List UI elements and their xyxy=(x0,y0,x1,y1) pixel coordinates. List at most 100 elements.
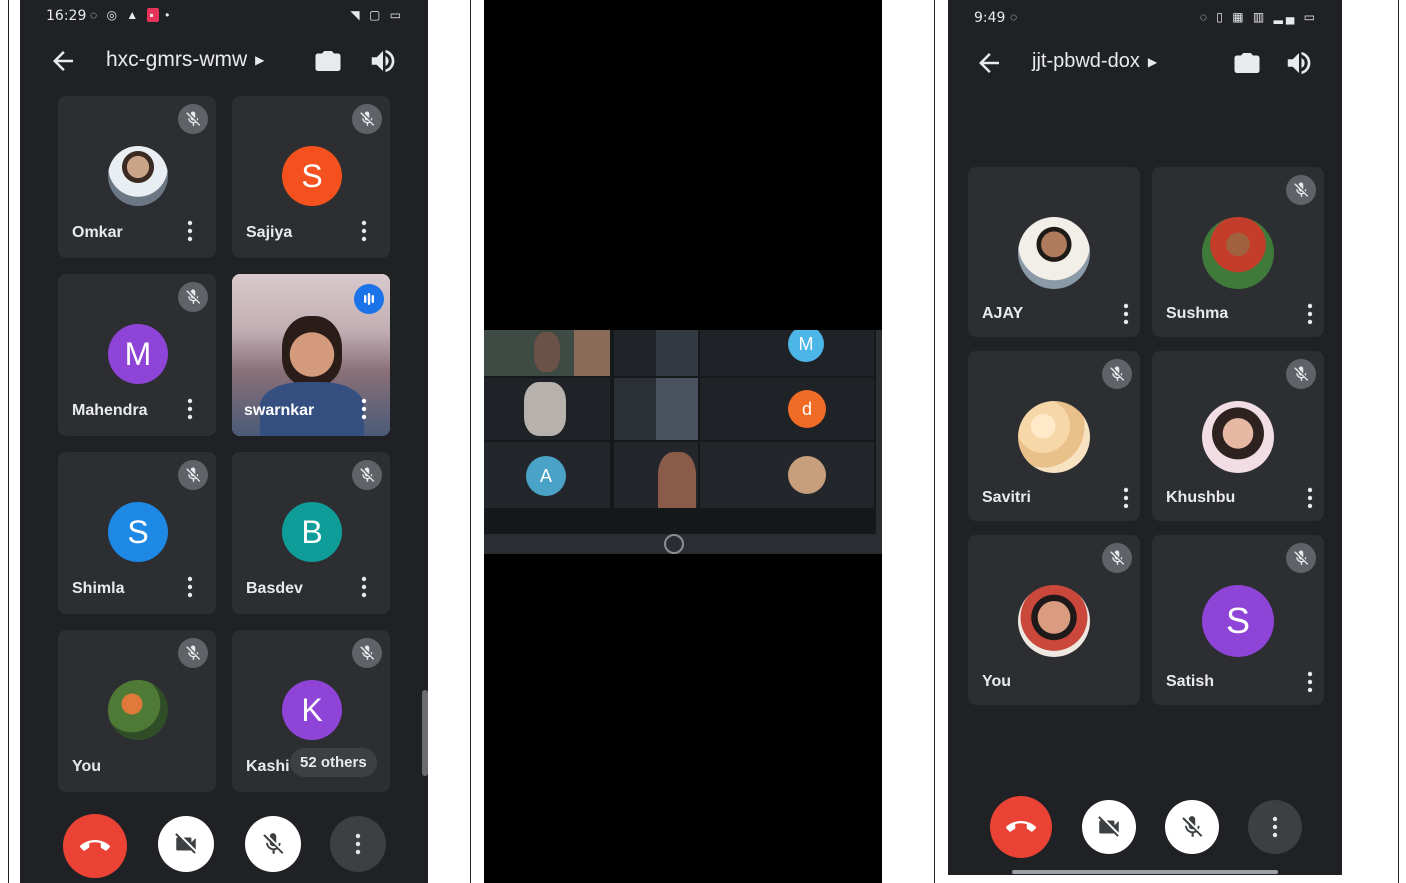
end-call-button[interactable] xyxy=(990,796,1052,858)
back-arrow-icon[interactable] xyxy=(48,46,78,76)
meeting-code[interactable]: jjt-pbwd-dox ▶ xyxy=(1032,50,1157,73)
more-vert-icon[interactable] xyxy=(187,398,193,420)
participant-name: Savitri xyxy=(982,489,1031,506)
more-options-button[interactable] xyxy=(1248,800,1302,854)
participant-tile[interactable]: S Shimla xyxy=(58,452,216,614)
more-vert-icon[interactable] xyxy=(1307,671,1313,693)
status-system-icons: ◥ ▢ ▭ xyxy=(350,8,404,22)
mic-off-icon xyxy=(1286,359,1316,389)
camera-off-icon xyxy=(175,833,196,854)
back-arrow-icon[interactable] xyxy=(974,48,1004,78)
status-notification-icons: ◌ xyxy=(1010,10,1021,24)
switch-camera-icon[interactable] xyxy=(313,46,343,76)
more-vert-icon[interactable] xyxy=(1123,487,1129,509)
participant-tile-self[interactable]: You xyxy=(968,535,1140,705)
scrollbar-thumb[interactable] xyxy=(422,690,428,776)
meeting-code-text: jjt-pbwd-dox xyxy=(1032,50,1140,72)
more-vert-icon[interactable] xyxy=(361,398,367,420)
participant-letter-avatar: S xyxy=(282,146,342,206)
participant-tile[interactable]: S Sajiya xyxy=(232,96,390,258)
more-vert-icon[interactable] xyxy=(1123,303,1129,325)
caret-right-icon: ▶ xyxy=(255,53,265,68)
participant-video-face xyxy=(282,316,342,386)
participant-photo-avatar xyxy=(108,146,168,206)
participant-tile[interactable]: Omkar xyxy=(58,96,216,258)
mic-off-icon xyxy=(178,104,208,134)
laptop-photo-panel: M d A xyxy=(484,0,882,883)
participant-tile[interactable]: S Satish xyxy=(1152,535,1324,705)
participant-video-tile[interactable]: swarnkar xyxy=(232,274,390,436)
end-call-icon xyxy=(80,840,110,851)
speaker-icon[interactable] xyxy=(368,46,398,76)
mic-off-icon xyxy=(263,833,284,854)
participant-letter-avatar: S xyxy=(108,502,168,562)
camera-toggle-button[interactable] xyxy=(158,816,214,872)
meeting-code[interactable]: hxc-gmrs-wmw ▶ xyxy=(106,48,264,72)
participant-name: Khushbu xyxy=(1166,489,1236,506)
participant-name: swarnkar xyxy=(244,402,315,419)
mic-off-icon xyxy=(1102,359,1132,389)
meeting-code-text: hxc-gmrs-wmw xyxy=(106,48,248,71)
participant-letter-avatar: S xyxy=(1202,585,1274,657)
participant-letter-avatar: M xyxy=(108,324,168,384)
participant-name: Sajiya xyxy=(246,224,293,241)
mic-off-icon xyxy=(1286,543,1316,573)
mini-video-tile xyxy=(700,442,874,508)
participant-name: Basdev xyxy=(246,580,303,597)
mini-video-tile xyxy=(614,442,698,508)
participant-letter-avatar: K xyxy=(282,680,342,740)
mic-off-icon xyxy=(178,282,208,312)
mic-off-icon xyxy=(1182,816,1203,837)
end-call-icon xyxy=(1006,821,1036,832)
participant-photo-avatar xyxy=(1018,217,1090,289)
frame-divider xyxy=(934,0,935,883)
mic-off-icon xyxy=(352,104,382,134)
end-call-button[interactable] xyxy=(63,814,127,878)
more-vert-icon[interactable] xyxy=(187,220,193,242)
status-system-icons: ◌ ▯ ▦ ▥ ▂▄ ▭ xyxy=(1199,10,1318,24)
more-vert-icon[interactable] xyxy=(361,576,367,598)
participant-tile[interactable]: Sushma xyxy=(1152,167,1324,337)
participant-name: Satish xyxy=(1166,673,1215,690)
mic-toggle-button[interactable] xyxy=(1165,800,1219,854)
meeting-topbar: jjt-pbwd-dox ▶ xyxy=(948,38,1342,88)
participant-name: Shimla xyxy=(72,580,125,597)
participant-tile[interactable]: B Basdev xyxy=(232,452,390,614)
speaker-icon[interactable] xyxy=(1284,48,1314,78)
mic-off-icon xyxy=(1286,175,1316,205)
more-vert-icon[interactable] xyxy=(187,576,193,598)
more-vert-icon[interactable] xyxy=(1307,487,1313,509)
mini-letter-tile: M xyxy=(700,330,874,376)
others-count-chip[interactable]: 52 others xyxy=(290,748,377,777)
participant-tile[interactable]: K Kashi 52 others xyxy=(232,630,390,792)
status-bar: 9:49 ◌ ◌ ▯ ▦ ▥ ▂▄ ▭ xyxy=(948,0,1342,34)
participant-tile-self[interactable]: You xyxy=(58,630,216,792)
participant-tile[interactable]: M Mahendra xyxy=(58,274,216,436)
camera-off-icon xyxy=(1098,816,1119,837)
participant-tile[interactable]: Savitri xyxy=(968,351,1140,521)
more-vert-icon[interactable] xyxy=(1307,303,1313,325)
left-phone-screen: 16:29 ◌ ◎ ▲ ▪ • ◥ ▢ ▭ hxc-gmrs-wmw ▶ Omka… xyxy=(20,0,428,883)
participant-photo-avatar xyxy=(1018,401,1090,473)
caret-right-icon: ▶ xyxy=(1147,54,1158,69)
participant-name: You xyxy=(982,673,1012,690)
frame-divider xyxy=(470,0,471,883)
participant-name: Omkar xyxy=(72,224,123,241)
frame-divider xyxy=(1398,0,1399,883)
participant-tile[interactable]: AJAY xyxy=(968,167,1140,337)
participant-tile[interactable]: Khushbu xyxy=(1152,351,1324,521)
mic-toggle-button[interactable] xyxy=(245,816,301,872)
more-vert-icon[interactable] xyxy=(361,220,367,242)
mini-avatar: d xyxy=(788,390,826,428)
camera-toggle-button[interactable] xyxy=(1082,800,1136,854)
hp-logo xyxy=(664,534,684,554)
switch-camera-icon[interactable] xyxy=(1232,48,1262,78)
status-bar: 16:29 ◌ ◎ ▲ ▪ • ◥ ▢ ▭ xyxy=(20,0,428,34)
mic-off-icon xyxy=(1102,543,1132,573)
gesture-nav-handle[interactable] xyxy=(1012,870,1278,874)
more-options-button[interactable] xyxy=(330,816,386,872)
more-vert-icon xyxy=(355,833,361,855)
mini-video-tile xyxy=(614,330,698,376)
mini-letter-tile: d xyxy=(700,378,874,440)
mic-off-icon xyxy=(352,638,382,668)
